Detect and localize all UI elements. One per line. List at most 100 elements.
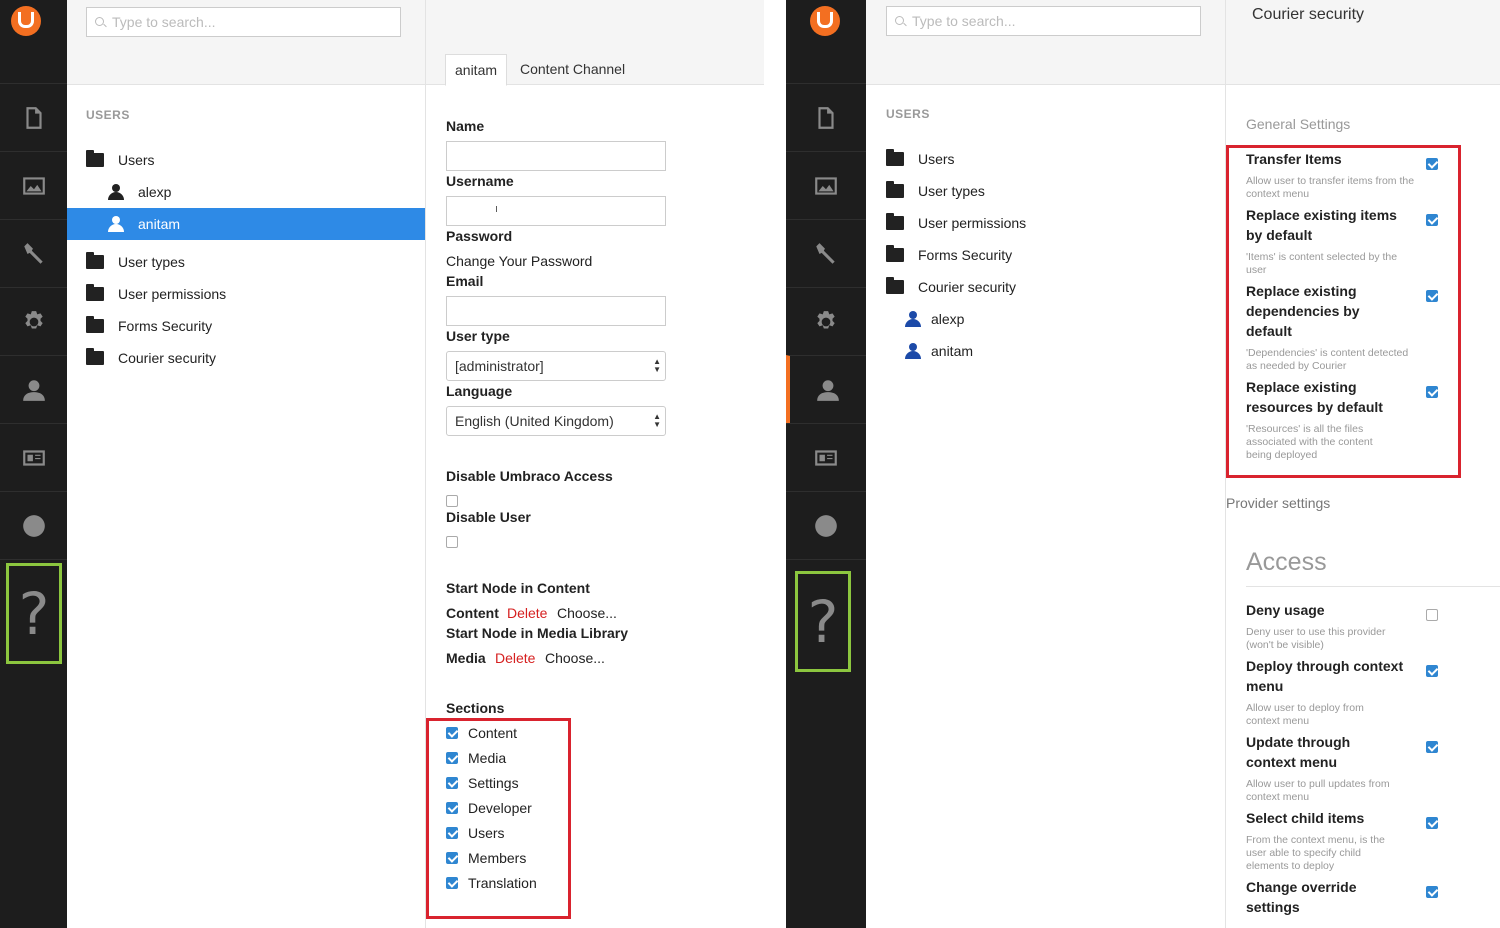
user-icon xyxy=(905,311,921,327)
tree-item-forms-security[interactable]: Forms Security xyxy=(866,239,1225,271)
section-members-card-icon[interactable] xyxy=(786,423,866,491)
tree-item-anitam[interactable]: anitam xyxy=(67,208,425,240)
content-choose-link[interactable]: Choose... xyxy=(557,605,617,621)
section-translation-globe-icon[interactable] xyxy=(0,491,67,559)
tree-item-user-permissions[interactable]: User permissions xyxy=(67,278,425,310)
tab-content-channel[interactable]: Content Channel xyxy=(511,54,634,86)
users-tree-panel: Type to search... USERS Users alexp anit… xyxy=(67,0,426,928)
section-content-icon[interactable] xyxy=(786,83,866,151)
access-heading: Access xyxy=(1246,548,1327,576)
courier-security-editor: Courier security General Settings Transf… xyxy=(1226,0,1500,928)
search-input[interactable]: Type to search... xyxy=(86,7,401,37)
content-node-label: Content xyxy=(446,605,499,621)
select-child-checkbox[interactable] xyxy=(1426,817,1438,829)
deny-usage-desc: Deny user to use this provider (won't be… xyxy=(1246,626,1386,651)
start-node-content-label: Start Node in Content xyxy=(446,580,590,596)
tree-item-alexp[interactable]: alexp xyxy=(67,176,425,208)
user-editor: anitam Content Channel Name Username ı P… xyxy=(426,0,764,928)
change-override-checkbox[interactable] xyxy=(1426,886,1438,898)
media-node-label: Media xyxy=(446,650,486,666)
select-arrows-icon: ▲ ▼ xyxy=(653,412,661,429)
media-choose-link[interactable]: Choose... xyxy=(545,650,605,666)
email-field[interactable] xyxy=(446,296,666,326)
media-delete-link[interactable]: Delete xyxy=(495,650,535,666)
umbraco-logo[interactable] xyxy=(810,6,840,36)
tree-header: Type to search... xyxy=(866,0,1225,85)
change-password-link[interactable]: Change Your Password xyxy=(446,253,592,269)
select-child-label: Select child items xyxy=(1246,810,1365,826)
email-label: Email xyxy=(446,273,484,289)
section-users-icon[interactable] xyxy=(0,355,67,423)
general-settings-heading: General Settings xyxy=(1246,116,1351,132)
tab-anitam[interactable]: anitam xyxy=(445,54,508,86)
name-field[interactable] xyxy=(446,141,666,171)
deploy-context-desc: Allow user to deploy from context menu xyxy=(1246,702,1364,727)
tree-item-user-permissions[interactable]: User permissions xyxy=(866,207,1225,239)
folder-icon xyxy=(86,348,104,365)
user-icon xyxy=(108,216,124,232)
language-label: Language xyxy=(446,383,513,399)
search-icon xyxy=(895,16,904,25)
editor-header: anitam Content Channel xyxy=(426,0,764,86)
umbraco-logo[interactable] xyxy=(11,6,41,36)
editor-header: Courier security xyxy=(1226,0,1500,85)
tree-item-forms-security[interactable]: Forms Security xyxy=(67,310,425,342)
tree-item-anitam[interactable]: anitam xyxy=(866,335,1225,367)
deny-usage-checkbox[interactable] xyxy=(1426,609,1438,621)
deploy-context-checkbox[interactable] xyxy=(1426,665,1438,677)
search-input[interactable]: Type to search... xyxy=(886,6,1201,36)
folder-icon xyxy=(86,284,104,301)
update-context-label: Update through context menu xyxy=(1246,734,1351,770)
screenshot-gap xyxy=(764,0,786,928)
folder-icon xyxy=(886,245,904,262)
section-developer-gear-icon[interactable] xyxy=(786,287,866,355)
section-media-icon[interactable] xyxy=(786,151,866,219)
language-select[interactable]: English (United Kingdom) ▲ ▼ xyxy=(446,406,666,436)
tree-title: USERS xyxy=(886,107,930,121)
disable-user-label: Disable User xyxy=(446,509,531,525)
disable-user-checkbox[interactable] xyxy=(446,536,458,548)
access-divider xyxy=(1246,586,1500,587)
user-type-select[interactable]: [administrator] ▲ ▼ xyxy=(446,351,666,381)
folder-icon xyxy=(86,252,104,269)
username-field[interactable]: ı xyxy=(446,196,666,226)
tree-item-courier-security[interactable]: Courier security xyxy=(866,271,1225,303)
folder-icon xyxy=(886,149,904,166)
tree-title: USERS xyxy=(86,108,130,122)
content-delete-link[interactable]: Delete xyxy=(507,605,547,621)
section-translation-globe-icon[interactable] xyxy=(786,491,866,559)
tree-item-users[interactable]: Users xyxy=(67,144,425,176)
folder-icon xyxy=(886,277,904,294)
update-context-desc: Allow user to pull updates from context … xyxy=(1246,778,1390,803)
tree-item-user-types[interactable]: User types xyxy=(866,175,1225,207)
section-members-card-icon[interactable] xyxy=(0,423,67,491)
provider-settings-heading: Provider settings xyxy=(1226,495,1331,511)
user-icon xyxy=(108,184,124,200)
select-child-desc: From the context menu, is the user able … xyxy=(1246,834,1385,872)
section-settings-wrench-icon[interactable] xyxy=(0,219,67,287)
update-context-checkbox[interactable] xyxy=(1426,741,1438,753)
app-sidebar: ? xyxy=(786,0,866,928)
section-media-icon[interactable] xyxy=(0,151,67,219)
name-label: Name xyxy=(446,118,485,134)
folder-icon xyxy=(86,316,104,333)
help-icon-highlight[interactable]: ? xyxy=(795,571,851,672)
password-label: Password xyxy=(446,228,513,244)
tree-item-courier-security[interactable]: Courier security xyxy=(67,342,425,374)
section-users-icon[interactable] xyxy=(786,355,866,423)
section-content-icon[interactable] xyxy=(0,83,67,151)
sections-highlight-box xyxy=(426,718,571,919)
page-title: Courier security xyxy=(1252,6,1365,23)
section-settings-wrench-icon[interactable] xyxy=(786,219,866,287)
section-developer-gear-icon[interactable] xyxy=(0,287,67,355)
change-override-label: Change override settings xyxy=(1246,879,1357,915)
help-icon-highlight[interactable]: ? xyxy=(6,563,62,664)
select-arrows-icon: ▲ ▼ xyxy=(653,357,661,374)
user-type-label: User type xyxy=(446,328,510,344)
tree-item-user-types[interactable]: User types xyxy=(67,246,425,278)
tree-item-users[interactable]: Users xyxy=(866,143,1225,175)
deploy-context-label: Deploy through context menu xyxy=(1246,658,1404,694)
disable-access-checkbox[interactable] xyxy=(446,495,458,507)
tree-item-alexp[interactable]: alexp xyxy=(866,303,1225,335)
user-icon xyxy=(905,343,921,359)
